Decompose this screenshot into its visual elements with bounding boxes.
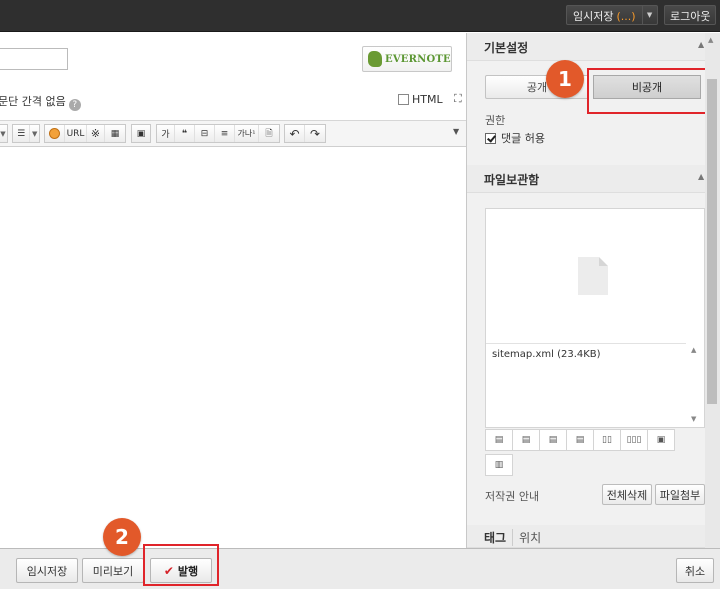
emoticon-icon [49,128,60,139]
save-icon[interactable]: 🗎 [259,125,279,142]
align-center-icon[interactable]: ▤ [512,429,540,451]
html-toggle[interactable]: HTML [398,93,443,106]
emoticon-button[interactable] [45,125,65,142]
editor-area: EVERNOTE 문단 간격 없음? HTML ⛶ ▼ ☰ ▼ URL ※ ▦ … [0,33,466,548]
scrollbar-thumb[interactable] [707,79,717,404]
document-icon [578,257,608,295]
html-checkbox[interactable] [398,94,409,105]
three-column-icon[interactable]: ▯▯▯ [620,429,648,451]
panel-scrollbar[interactable]: ▲ [705,33,720,548]
bottom-bar: 임시저장 미리보기 ✔ 발행 취소 [0,544,720,589]
file-storage-title: 파일보관함 [484,173,540,187]
paragraph-group: 가 ❝ ⊟ ≡ 가나¹ 🗎 [156,124,280,143]
chevron-down-icon: ▼ [31,129,38,138]
scroll-down-icon[interactable]: ▼ [691,415,696,423]
tag-header: 태그 위치 [467,525,705,548]
collapse-icon[interactable]: ▲ [698,172,704,181]
delete-all-button[interactable]: 전체삭제 [602,484,652,505]
scroll-up-icon[interactable]: ▲ [691,346,696,354]
title-input[interactable] [0,48,68,70]
file-item[interactable]: sitemap.xml (23.4KB) [492,349,601,360]
file-insert-buttons-2: ▥ [485,454,513,476]
paragraph-option-label: 문단 간격 없음 [0,95,66,108]
list-dropdown[interactable]: ☰ ▼ [12,124,40,143]
temp-save-bottom-button[interactable]: 임시저장 [16,558,78,583]
preview-button[interactable]: 미리보기 [82,558,144,583]
file-divider [486,343,686,344]
table-icon[interactable]: ▦ [105,125,125,142]
allow-comments-label: 댓글 허용 [501,132,545,145]
publish-highlight [143,544,219,586]
collapse-icon[interactable]: ▲ [698,40,704,49]
temp-save-count: (...) [616,9,636,23]
undo-icon[interactable]: ↶ [285,125,305,142]
step-marker-2: 2 [103,518,141,556]
expand-icon[interactable]: ⛶ [454,92,462,106]
more-line-icon[interactable]: ⊟ [195,125,215,142]
special-char-icon[interactable]: ※ [87,125,105,142]
temp-save-button[interactable]: 임시저장 (...) [567,6,642,24]
file-storage-box[interactable]: sitemap.xml (23.4KB) ▲ ▼ [485,208,705,428]
tab-tag[interactable]: 태그 [484,529,506,546]
temp-save-dropdown-icon[interactable]: ▼ [641,6,657,24]
temp-save-label: 임시저장 [573,10,614,23]
char-format-button[interactable]: 가나¹ [235,125,259,142]
quote-button[interactable]: ❝ [175,125,195,142]
editor-options-row: 문단 간격 없음? HTML ⛶ [0,91,466,111]
url-button[interactable]: URL [65,125,87,142]
file-insert-buttons: ▤ ▤ ▤ ▤ ▯▯ ▯▯▯ ▣ [485,429,675,451]
basic-settings-title: 기본설정 [484,41,529,55]
step-marker-1: 1 [546,60,584,98]
toolbar-more-icon[interactable]: ▼ [453,127,459,136]
tag-tabs: 태그 위치 [484,529,541,546]
scroll-up-icon[interactable]: ▲ [708,36,713,44]
file-scrollbar[interactable]: ▲ ▼ [686,343,704,428]
paragraph-option[interactable]: 문단 간격 없음? [0,93,81,111]
logout-button[interactable]: 로그아웃 [664,5,717,25]
align-full-icon[interactable]: ▤ [566,429,594,451]
basic-settings-header[interactable]: 기본설정 ▲ [467,33,705,61]
allow-comments-option[interactable]: 댓글 허용 [485,130,545,146]
cancel-button[interactable]: 취소 [676,558,714,583]
copyright-label[interactable]: 저작권 안내 [485,488,539,504]
list-icon: ☰ [13,125,31,142]
insert-group: URL ※ ▦ [44,124,126,143]
settings-panel: 기본설정 ▲ 공개 비공개 1 권한 댓글 허용 파일보관함 ▲ sitemap… [466,33,720,548]
redo-icon[interactable]: ↷ [305,125,325,142]
format-toolbar: ▼ ☰ ▼ URL ※ ▦ ▣ 가 ❝ ⊟ ≡ 가나¹ 🗎 ↶ ↷ ▼ [0,120,466,147]
tab-location[interactable]: 위치 [512,529,541,546]
allow-comments-checkbox[interactable] [485,132,496,144]
image-box-group: ▣ [131,124,151,143]
two-column-icon[interactable]: ▯▯ [593,429,621,451]
align-left-icon[interactable]: ▤ [485,429,513,451]
history-group: ↶ ↷ [284,124,326,143]
attach-file-button[interactable]: 파일첨부 [655,484,705,505]
gallery-icon[interactable]: ▣ [647,429,675,451]
help-icon[interactable]: ? [68,99,81,111]
top-bar: 임시저장 (...) ▼ 로그아웃 [0,0,720,32]
evernote-icon [368,51,382,67]
file-storage-header[interactable]: 파일보관함 ▲ [467,165,705,193]
editor-body[interactable] [0,148,466,548]
align-right-icon[interactable]: ▤ [539,429,567,451]
html-label: HTML [412,93,443,106]
chevron-down-icon[interactable]: ▼ [0,125,7,142]
evernote-label: EVERNOTE [385,53,451,65]
toolbar-group-1: ▼ [0,124,8,143]
box-icon[interactable]: ▣ [132,125,150,142]
temp-save-group: 임시저장 (...) ▼ [566,5,658,25]
private-highlight [587,68,707,114]
hr-icon[interactable]: ≡ [215,125,235,142]
heading-button[interactable]: 가 [157,125,175,142]
evernote-button[interactable]: EVERNOTE [362,46,452,72]
permission-label: 권한 [485,114,506,127]
media-icon[interactable]: ▥ [485,454,513,476]
